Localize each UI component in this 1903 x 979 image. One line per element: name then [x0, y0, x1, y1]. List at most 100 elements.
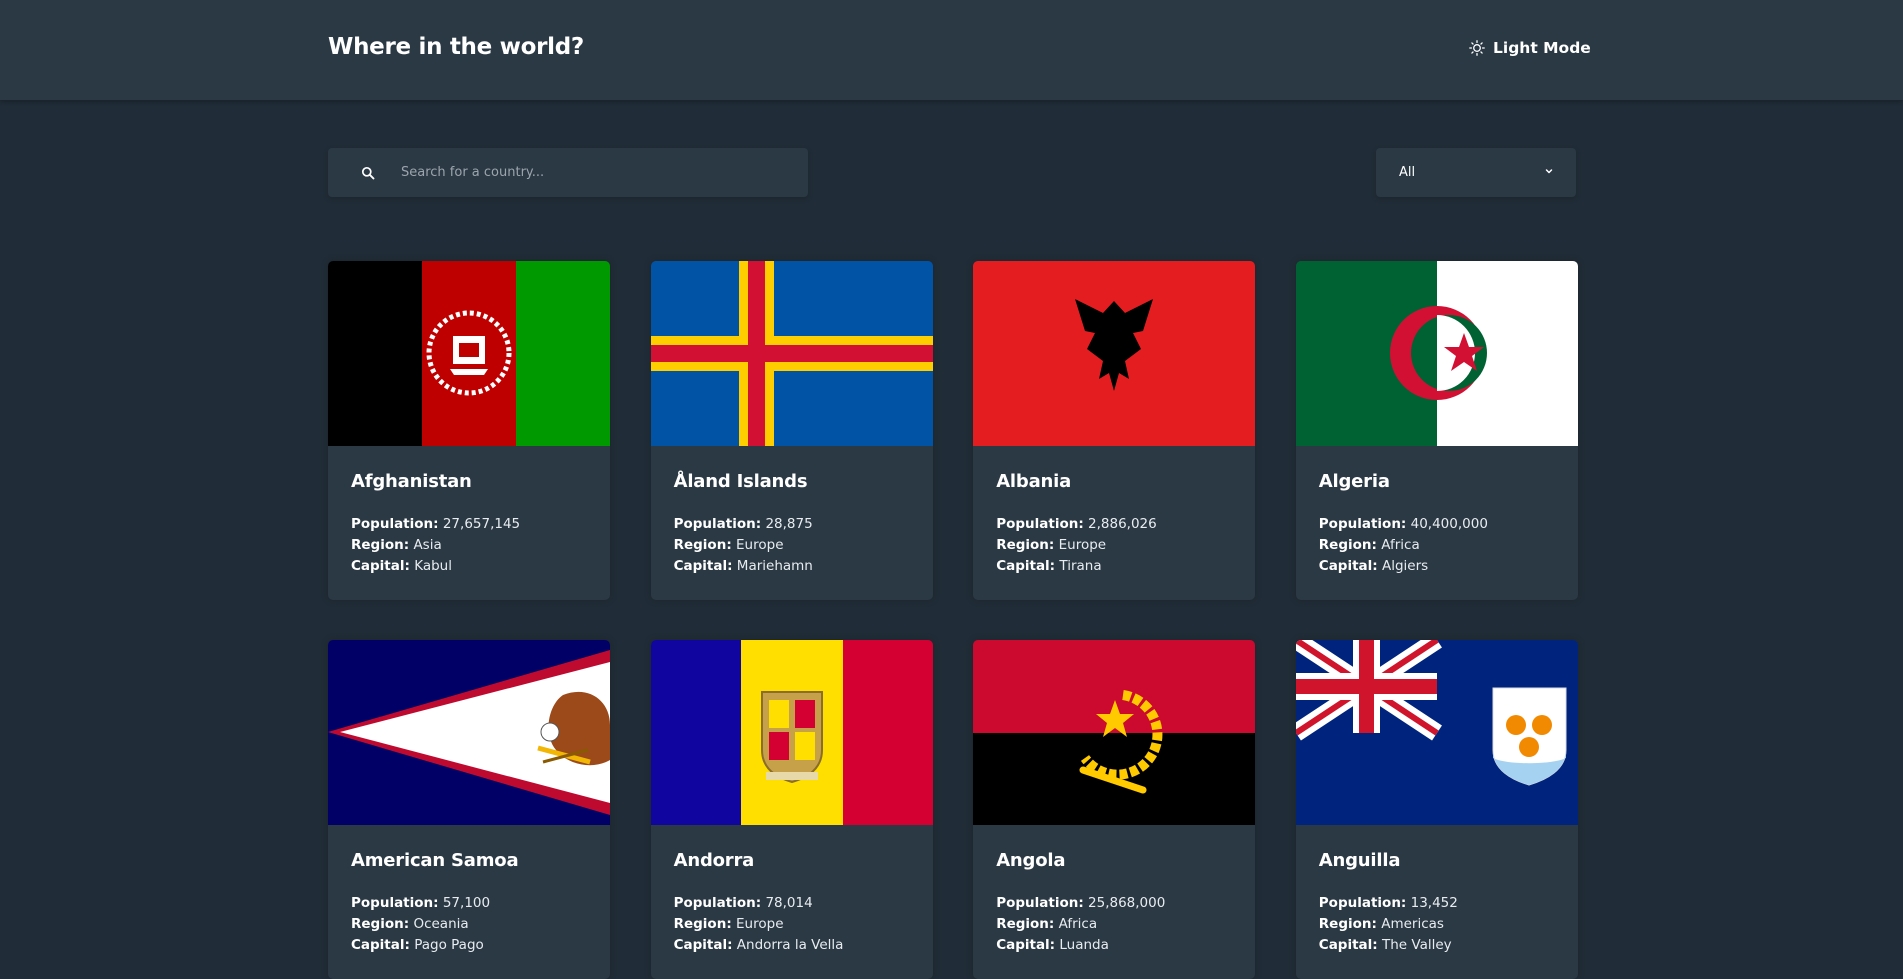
- region-row: Region: Americas: [1319, 914, 1555, 935]
- flag-algeria-image: [1295, 261, 1578, 446]
- capital-row: Capital: Algiers: [1319, 556, 1555, 577]
- country-name: Algeria: [1318, 471, 1390, 492]
- capital-label: Capital:: [673, 558, 733, 574]
- region-value: Oceania: [413, 916, 469, 932]
- region-label: Region:: [996, 537, 1055, 553]
- population-value: 2,886,026: [1088, 516, 1157, 532]
- region-value: Asia: [413, 537, 442, 553]
- population-row: Population: 28,875: [674, 514, 910, 535]
- population-label: Population:: [351, 895, 439, 911]
- population-label: Population:: [996, 516, 1084, 532]
- capital-label: Capital:: [996, 558, 1056, 574]
- region-row: Region: Asia: [351, 535, 587, 556]
- country-card[interactable]: Andorra Population: 78,014 Region: Europ…: [650, 640, 933, 979]
- region-label: Region:: [1318, 916, 1377, 932]
- population-row: Population: 78,014: [674, 893, 910, 914]
- capital-value: Mariehamn: [736, 558, 813, 574]
- region-row: Region: Europe: [674, 535, 910, 556]
- region-value: Americas: [1381, 916, 1444, 932]
- capital-row: Capital: Mariehamn: [674, 556, 910, 577]
- population-label: Population:: [1318, 516, 1407, 532]
- region-label: Region:: [1318, 537, 1377, 553]
- region-row: Region: Europe: [996, 535, 1232, 556]
- capital-label: Capital:: [351, 558, 410, 574]
- region-row: Region: Europe: [674, 914, 910, 935]
- capital-value: Algiers: [1381, 558, 1429, 574]
- region-filter-select[interactable]: All: [1376, 148, 1576, 197]
- region-value: Africa: [1381, 537, 1420, 553]
- search-icon: [328, 166, 375, 180]
- population-row: Population: 40,400,000: [1319, 514, 1555, 535]
- capital-value: The Valley: [1381, 937, 1452, 953]
- country-name: Albania: [996, 471, 1072, 492]
- population-value: 27,657,145: [442, 516, 521, 532]
- population-label: Population:: [1318, 895, 1407, 911]
- population-value: 13,452: [1410, 895, 1458, 911]
- region-label: Region:: [996, 916, 1055, 932]
- page-title: Where in the world?: [328, 34, 584, 60]
- region-label: Region:: [673, 537, 732, 553]
- country-name: American Samoa: [351, 850, 519, 871]
- region-value: Africa: [1058, 916, 1098, 932]
- population-label: Population:: [996, 895, 1084, 911]
- country-grid: Afghanistan Population: 27,657,145 Regio…: [328, 261, 1578, 979]
- country-card[interactable]: Anguilla Population: 13,452 Region: Amer…: [1295, 640, 1578, 979]
- capital-label: Capital:: [1318, 558, 1378, 574]
- theme-toggle-label: Light Mode: [1493, 39, 1591, 57]
- population-value: 78,014: [765, 895, 813, 911]
- flag-albania-image: [973, 261, 1256, 446]
- population-value: 28,875: [765, 516, 813, 532]
- capital-value: Andorra la Vella: [736, 937, 844, 953]
- region-value: Europe: [1058, 537, 1107, 553]
- population-value: 40,400,000: [1410, 516, 1488, 532]
- capital-row: Capital: The Valley: [1319, 935, 1555, 956]
- capital-label: Capital:: [996, 937, 1056, 953]
- country-card[interactable]: Angola Population: 25,868,000 Region: Af…: [973, 640, 1256, 979]
- region-label: Region:: [351, 537, 410, 553]
- country-name: Anguilla: [1318, 850, 1401, 871]
- controls-bar: All: [328, 148, 1576, 197]
- site-header: Where in the world? Light Mode: [0, 0, 1903, 100]
- capital-value: Luanda: [1059, 937, 1109, 953]
- country-card[interactable]: Albania Population: 2,886,026 Region: Eu…: [973, 261, 1256, 600]
- capital-row: Capital: Luanda: [996, 935, 1232, 956]
- region-row: Region: Africa: [996, 914, 1232, 935]
- flag-american-samoa-image: [328, 640, 610, 825]
- population-value: 57,100: [442, 895, 491, 911]
- capital-label: Capital:: [351, 937, 410, 953]
- region-filter-value: All: [1399, 165, 1416, 180]
- country-card[interactable]: Algeria Population: 40,400,000 Region: A…: [1295, 261, 1578, 600]
- capital-row: Capital: Pago Pago: [351, 935, 587, 956]
- population-label: Population:: [673, 516, 762, 532]
- population-label: Population:: [673, 895, 762, 911]
- population-row: Population: 27,657,145: [351, 514, 587, 535]
- region-label: Region:: [673, 916, 732, 932]
- flag-anguilla-image: [1295, 640, 1578, 825]
- capital-row: Capital: Andorra la Vella: [674, 935, 910, 956]
- flag-afghanistan-image: [328, 261, 610, 446]
- region-value: Europe: [736, 537, 784, 553]
- population-row: Population: 2,886,026: [996, 514, 1232, 535]
- capital-value: Pago Pago: [414, 937, 484, 953]
- country-card[interactable]: American Samoa Population: 57,100 Region…: [328, 640, 610, 979]
- capital-value: Tirana: [1059, 558, 1102, 574]
- search-box[interactable]: [328, 148, 808, 197]
- theme-toggle-button[interactable]: Light Mode: [1469, 39, 1591, 57]
- capital-value: Kabul: [414, 558, 452, 574]
- country-card[interactable]: Åland Islands Population: 28,875 Region:…: [650, 261, 933, 600]
- flag-aland-islands-image: [650, 261, 933, 446]
- capital-label: Capital:: [673, 937, 733, 953]
- flag-angola-image: [973, 640, 1256, 825]
- sun-icon: [1469, 40, 1485, 56]
- search-input[interactable]: [399, 164, 783, 181]
- country-name: Andorra: [673, 850, 755, 871]
- country-card[interactable]: Afghanistan Population: 27,657,145 Regio…: [328, 261, 610, 600]
- country-name: Åland Islands: [673, 471, 808, 492]
- region-row: Region: Oceania: [351, 914, 587, 935]
- flag-andorra-image: [650, 640, 933, 825]
- capital-row: Capital: Kabul: [351, 556, 587, 577]
- country-name: Angola: [996, 850, 1066, 871]
- capital-label: Capital:: [1318, 937, 1378, 953]
- region-value: Europe: [736, 916, 784, 932]
- population-value: 25,868,000: [1088, 895, 1166, 911]
